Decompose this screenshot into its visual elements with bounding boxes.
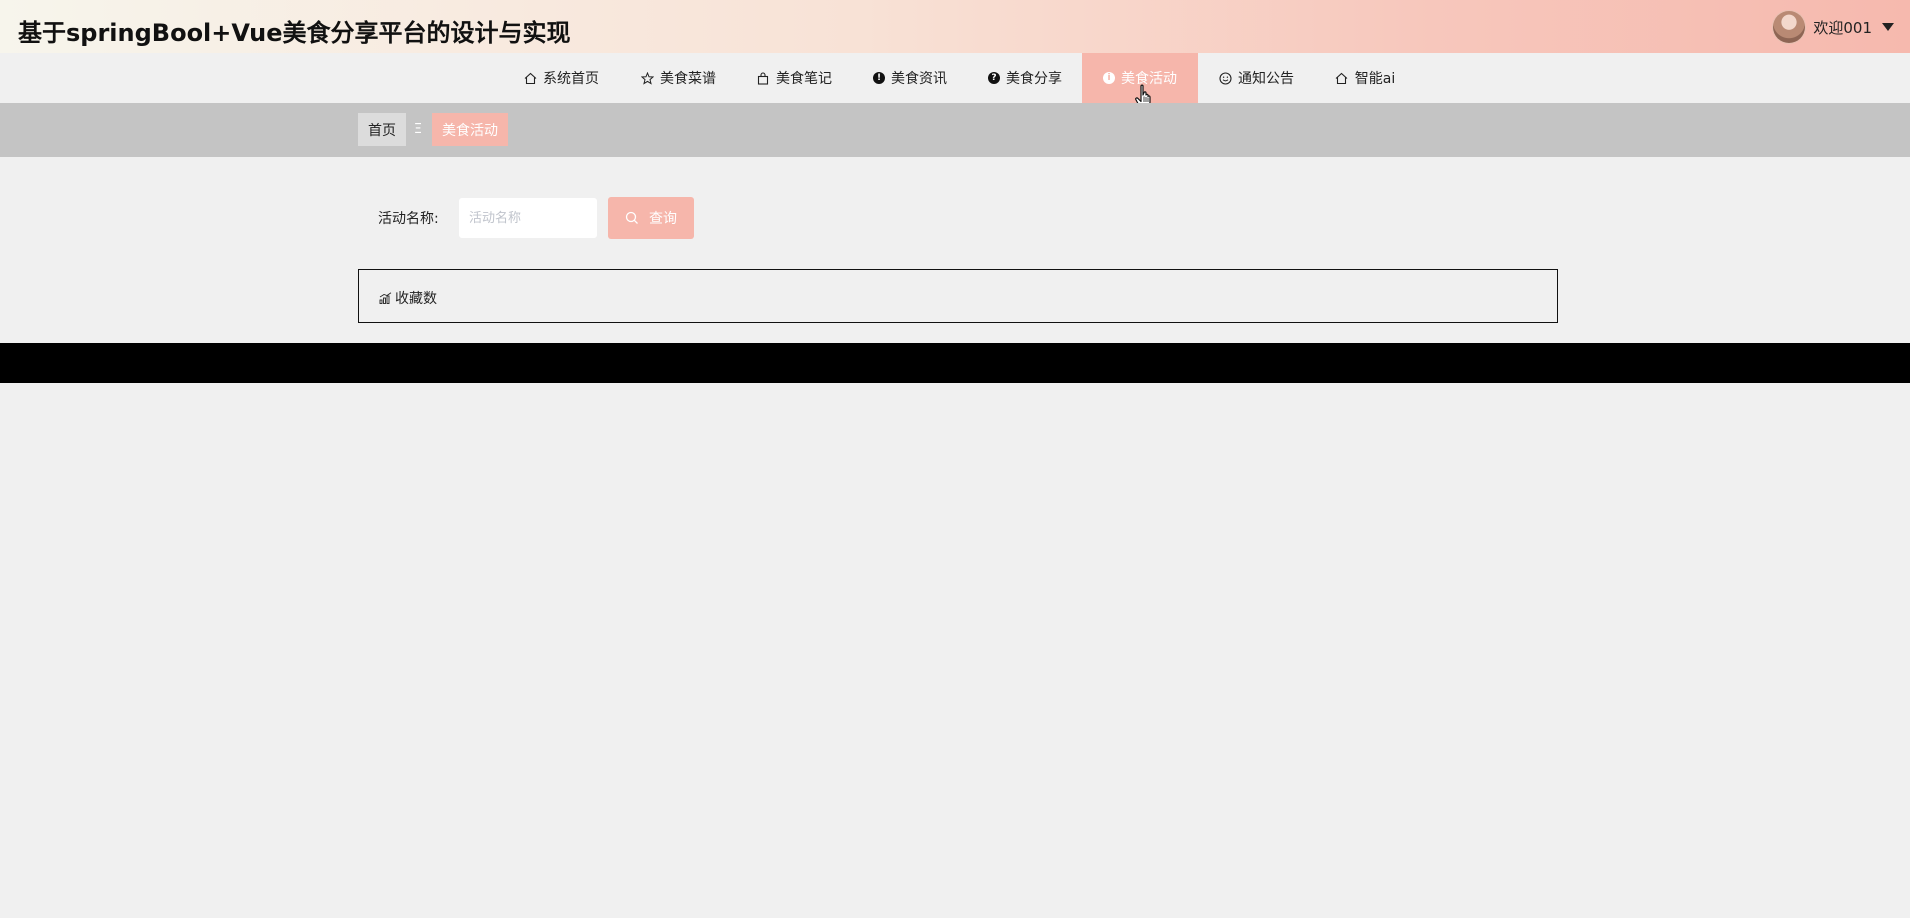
home-icon	[1335, 71, 1349, 85]
search-icon	[625, 211, 638, 224]
footer-bar	[0, 343, 1910, 383]
breadcrumb-current: 美食活动	[432, 113, 508, 146]
main-nav: 系统首页 美食菜谱 美食笔记 ! 美食资讯 ? 美食分享 i 美食活动 通知公告…	[0, 53, 1910, 103]
nav-item-label: 美食菜谱	[660, 71, 716, 87]
nav-item-recipes[interactable]: 美食菜谱	[627, 53, 729, 103]
favorites-stat-box: 收藏数	[358, 269, 1558, 323]
top-header: 基于springBool+Vue美食分享平台的设计与实现 欢迎001	[0, 0, 1910, 53]
breadcrumb: 首页 Ξ 美食活动	[0, 103, 1910, 157]
question-circle-icon: ?	[988, 72, 1000, 84]
nav-item-label: 通知公告	[1238, 71, 1294, 87]
bag-icon	[756, 71, 770, 85]
site-title: 基于springBool+Vue美食分享平台的设计与实现	[18, 19, 571, 47]
activity-name-input[interactable]	[458, 197, 598, 239]
user-menu[interactable]: 欢迎001	[1773, 11, 1894, 43]
nav-item-label: 美食笔记	[776, 71, 832, 87]
nav-item-share[interactable]: ? 美食分享	[974, 53, 1076, 103]
chart-icon	[379, 292, 392, 304]
nav-item-home[interactable]: 系统首页	[510, 53, 612, 103]
breadcrumb-home[interactable]: 首页	[358, 113, 406, 146]
nav-item-label: 系统首页	[543, 71, 599, 87]
nav-item-notes[interactable]: 美食笔记	[743, 53, 845, 103]
breadcrumb-separator: Ξ	[413, 122, 423, 137]
welcome-text[interactable]: 欢迎001	[1813, 17, 1872, 38]
home-icon	[523, 71, 537, 85]
avatar[interactable]	[1773, 11, 1806, 43]
favorites-label: 收藏数	[395, 291, 437, 307]
star-icon	[640, 71, 654, 85]
search-button[interactable]: 查询	[608, 197, 694, 239]
favorites-stat: 收藏数	[379, 288, 437, 308]
nav-item-label: 智能ai	[1354, 71, 1396, 87]
nav-item-label: 美食资讯	[891, 71, 947, 87]
caret-down-icon[interactable]	[1882, 23, 1894, 31]
search-button-label: 查询	[649, 211, 677, 227]
nav-item-ai[interactable]: 智能ai	[1314, 53, 1416, 103]
exclamation-circle-icon: !	[873, 72, 885, 84]
nav-item-news[interactable]: ! 美食资讯	[859, 53, 961, 103]
activity-name-label: 活动名称:	[378, 211, 439, 227]
nav-item-notices[interactable]: 通知公告	[1205, 53, 1307, 103]
info-circle-icon: i	[1103, 72, 1115, 84]
smile-icon	[1218, 71, 1232, 85]
nav-item-label: 美食分享	[1006, 71, 1062, 87]
